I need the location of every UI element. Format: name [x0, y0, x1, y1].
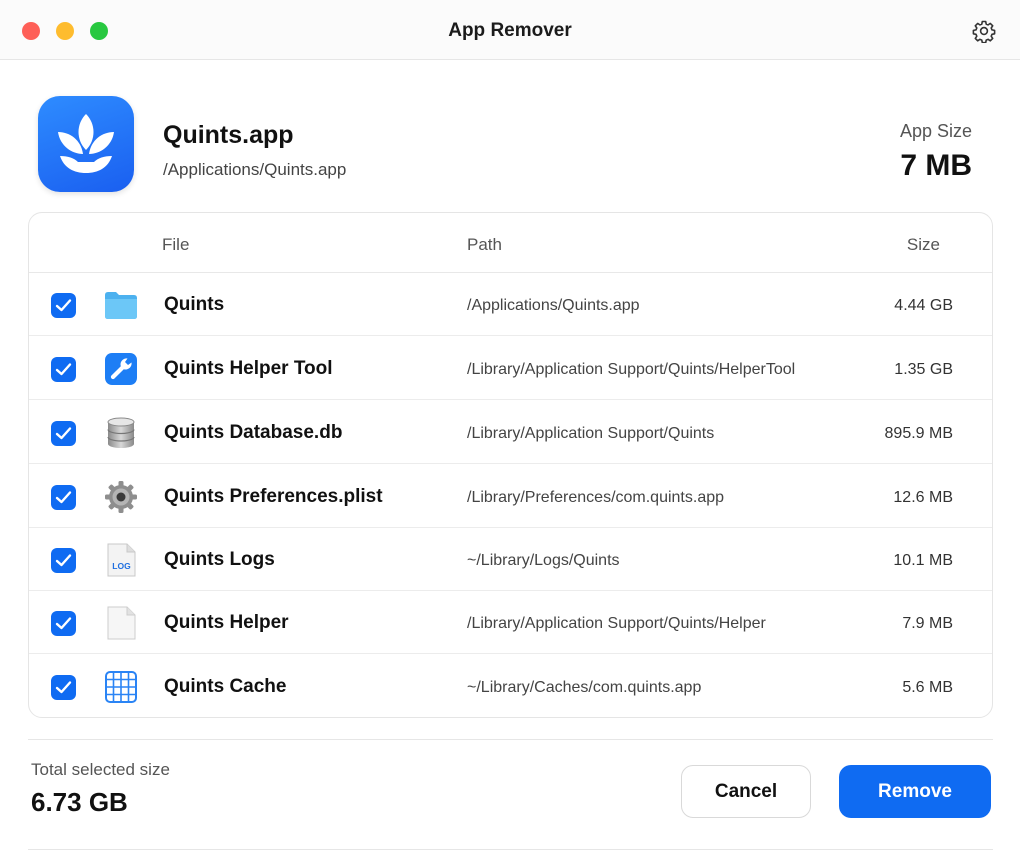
checkmark-icon	[55, 427, 72, 440]
cancel-button[interactable]: Cancel	[681, 765, 811, 818]
window-title: App Remover	[448, 20, 572, 41]
leaf-icon	[58, 114, 114, 173]
log-badge-text: LOG	[112, 561, 131, 571]
file-path: /Library/Application Support/Quints/Help…	[467, 615, 766, 632]
checkmark-icon	[55, 491, 72, 504]
file-path: ~/Library/Logs/Quints	[467, 552, 620, 569]
table-row[interactable]: LOG Quints Logs ~/Library/Logs/Quints 10…	[29, 528, 992, 591]
file-size: 4.44 GB	[894, 297, 953, 314]
file-path: /Applications/Quints.app	[467, 297, 640, 314]
file-size: 10.1 MB	[893, 552, 953, 569]
table-header: File Path Size	[29, 213, 992, 273]
remove-button[interactable]: Remove	[839, 765, 991, 818]
document-icon	[107, 606, 136, 640]
row-checkbox[interactable]	[51, 421, 76, 446]
grid-icon	[105, 671, 137, 703]
database-icon	[107, 417, 135, 448]
title-bar: App Remover	[0, 0, 1020, 60]
table-row[interactable]: Quints Cache ~/Library/Caches/com.quints…	[29, 655, 992, 717]
file-name: Quints Preferences.plist	[164, 486, 383, 507]
column-header-size: Size	[906, 235, 940, 254]
table-row[interactable]: Quints Preferences.plist /Library/Prefer…	[29, 465, 992, 528]
file-name: Quints Logs	[164, 549, 275, 570]
checkmark-icon	[55, 363, 72, 376]
row-checkbox[interactable]	[51, 293, 76, 318]
gear-icon	[972, 20, 996, 44]
file-size: 1.35 GB	[894, 361, 953, 378]
file-path: /Library/Application Support/Quints/Help…	[467, 361, 796, 378]
table-row[interactable]: Quints Helper Tool /Library/Application …	[29, 337, 992, 400]
column-header-file: File	[162, 235, 190, 254]
file-path: ~/Library/Caches/com.quints.app	[467, 679, 702, 696]
wrench-icon	[105, 353, 137, 385]
row-checkbox[interactable]	[51, 357, 76, 382]
log-file-icon: LOG	[107, 543, 136, 577]
file-path: /Library/Application Support/Quints	[467, 425, 715, 442]
total-selected-label: Total selected size	[31, 760, 170, 779]
file-size: 7.9 MB	[902, 615, 953, 632]
row-checkbox[interactable]	[51, 611, 76, 636]
folder-icon	[105, 292, 137, 319]
file-name: Quints Cache	[164, 676, 287, 697]
file-path: /Library/Preferences/com.quints.app	[467, 489, 725, 506]
settings-button[interactable]	[972, 19, 996, 44]
file-name: Quints Database.db	[164, 422, 343, 443]
checkmark-icon	[55, 617, 72, 630]
file-size: 895.9 MB	[884, 425, 953, 442]
file-name: Quints Helper Tool	[164, 358, 333, 379]
app-size-value: 7 MB	[900, 149, 972, 182]
column-header-path: Path	[467, 235, 502, 254]
app-icon	[38, 96, 134, 192]
file-name: Quints Helper	[164, 612, 289, 633]
file-name: Quints	[164, 294, 225, 315]
file-size: 12.6 MB	[893, 489, 953, 506]
checkmark-icon	[55, 554, 72, 567]
app-path: /Applications/Quints.app	[163, 160, 347, 179]
table-row[interactable]: Quints Helper /Library/Application Suppo…	[29, 591, 992, 654]
checkmark-icon	[55, 299, 72, 312]
row-checkbox[interactable]	[51, 548, 76, 573]
table-row[interactable]: Quints Database.db /Library/Application …	[29, 401, 992, 464]
footer-divider	[28, 739, 993, 740]
files-table: File Path Size Quints /Applications/Quin…	[28, 212, 993, 718]
row-checkbox[interactable]	[51, 675, 76, 700]
table-row[interactable]: Quints /Applications/Quints.app 4.44 GB	[29, 273, 992, 336]
row-checkbox[interactable]	[51, 485, 76, 510]
app-name: Quints.app	[163, 121, 294, 149]
file-size: 5.6 MB	[902, 679, 953, 696]
gear-icon	[105, 481, 137, 513]
total-selected-value: 6.73 GB	[31, 787, 128, 817]
app-size-label: App Size	[899, 121, 972, 141]
checkmark-icon	[55, 681, 72, 694]
